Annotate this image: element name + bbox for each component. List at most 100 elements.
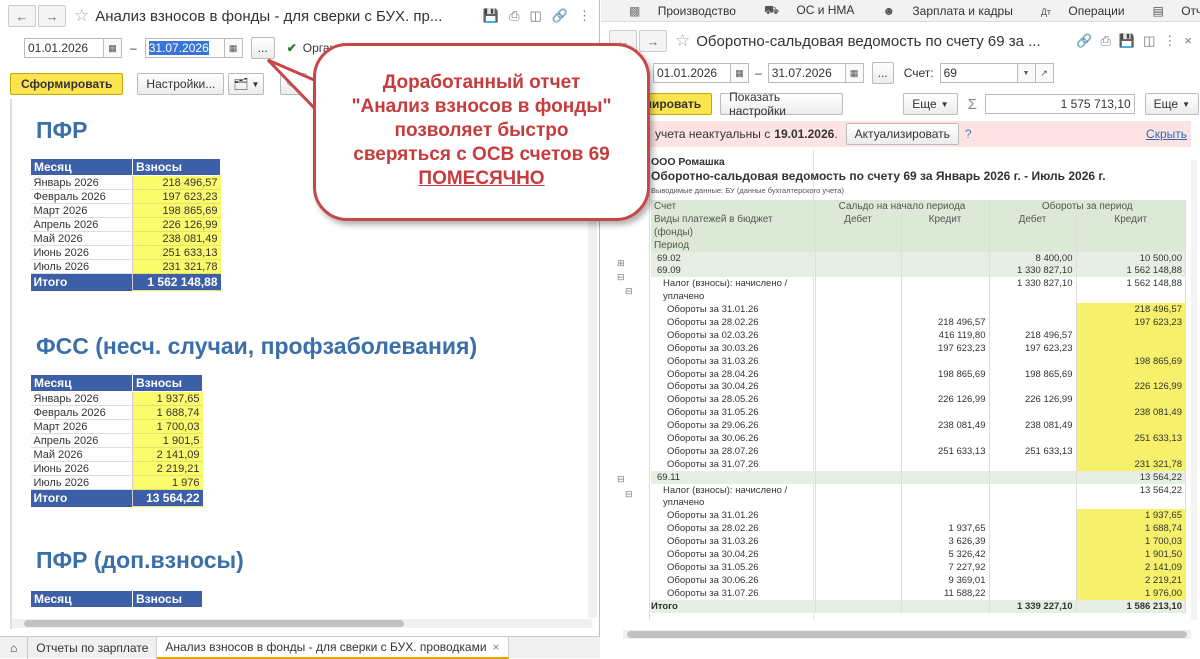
menu-icon[interactable]: ⋮ [578, 8, 591, 24]
osv-row: Обороты за 30.03.26 197 623,23 197 623,23 [651, 341, 1186, 355]
turnover-debit [989, 535, 1077, 549]
preview-icon[interactable]: ◫ [530, 8, 542, 24]
h-scrollbar[interactable] [12, 619, 592, 628]
pfr-dop-table: Месяц Взносы [30, 590, 203, 608]
preview-icon[interactable]: ◫ [1143, 33, 1155, 49]
calendar-icon[interactable]: ▦ [845, 63, 864, 83]
forward-button[interactable]: → [639, 30, 667, 52]
month-cell: Февраль 2026 [30, 405, 133, 420]
close-icon[interactable]: × [493, 640, 500, 654]
table-row: Январь 2026 218 496,57 [30, 175, 221, 190]
hdr-credit: Кредит [1076, 212, 1186, 226]
osv-row: Обороты за 29.06.26 238 081,49 238 081,49 [651, 419, 1186, 433]
print-icon[interactable]: ⎙ [1101, 33, 1111, 49]
account-input[interactable]: 69 [939, 63, 1018, 83]
saldo-debit [815, 341, 902, 355]
variant-button[interactable]: 🗂 ▼ [228, 73, 265, 95]
menu-item-operations[interactable]: Дт Операции [1027, 4, 1125, 18]
generate-button[interactable]: Сформировать [10, 73, 124, 95]
collapse-icon[interactable]: ⊟ [625, 489, 633, 500]
table-row: Февраль 2026 197 623,23 [30, 189, 221, 204]
turnover-credit: 13 564,22 [1076, 470, 1186, 484]
calendar-icon[interactable]: ▦ [731, 63, 749, 83]
calendar-icon[interactable]: ▦ [104, 38, 122, 58]
month-cell: Март 2026 [30, 203, 133, 218]
collapse-icon[interactable]: ⊟ [625, 286, 633, 297]
save-icon[interactable]: 💾 [1119, 33, 1135, 49]
show-settings-button[interactable]: Показать настройки [720, 90, 844, 118]
saldo-credit: 11 588,22 [901, 586, 990, 600]
saldo-debit [815, 290, 902, 304]
calendar-icon[interactable]: ▦ [224, 38, 243, 58]
row-name: Обороты за 31.03.26 [651, 535, 816, 549]
home-icon[interactable]: ⌂ [0, 636, 29, 659]
menu-label: Отчеты [1181, 3, 1200, 18]
date-to-input[interactable]: 31.07.2026 [767, 63, 846, 83]
hide-link[interactable]: Скрыть [1146, 127, 1187, 141]
settings-button[interactable]: Настройки... [137, 73, 225, 95]
osv-row: Обороты за 28.02.26 218 496,57 197 623,23 [651, 316, 1186, 329]
actualize-button[interactable]: Актуализировать [845, 123, 959, 145]
date-from-input[interactable]: 01.01.2026 [653, 63, 731, 83]
account-label: Счет: [903, 66, 934, 80]
turnover-debit: 226 126,99 [989, 393, 1077, 407]
osv-row: Обороты за 31.01.26 1 937,65 [651, 509, 1186, 523]
tab-analysis[interactable]: Анализ взносов в фонды - для сверки с БУ… [157, 636, 509, 659]
scroll-thumb[interactable] [627, 631, 1187, 638]
saldo-credit [901, 303, 990, 317]
expand-icon[interactable]: ⊞ [617, 258, 625, 269]
date-from-input[interactable]: 01.01.2026 [24, 38, 104, 58]
pfr-title: ПФР [36, 117, 88, 143]
save-icon[interactable]: 💾 [483, 8, 499, 24]
chevron-down-icon[interactable]: ▼ [1017, 63, 1036, 83]
close-icon[interactable]: × [1184, 33, 1192, 49]
osv-report: ООО Ромашка Оборотно-сальдовая ведомость… [651, 156, 1186, 613]
menu-icon[interactable]: ⋮ [1163, 33, 1176, 49]
h-scrollbar[interactable] [623, 630, 1191, 639]
turnover-debit: 238 081,49 [989, 419, 1077, 433]
generate-button[interactable]: Сформировать [649, 93, 713, 115]
menu-item-reports[interactable]: ▤ Отчеты [1139, 4, 1200, 18]
favorite-star-icon[interactable]: ☆ [675, 31, 690, 51]
value-cell: 1 700,03 [132, 419, 203, 434]
left-titlebar: ← → ☆ Анализ взносов в фонды - для сверк… [0, 0, 599, 32]
help-icon[interactable]: ? [965, 127, 972, 141]
window-title: Анализ взносов в фонды - для сверки с БУ… [95, 7, 443, 25]
sum-field[interactable]: 1 575 713,10 [984, 94, 1135, 114]
more-button[interactable]: Еще ▼ [903, 93, 958, 115]
period-select-button[interactable]: ... [871, 62, 894, 84]
hdr-saldo: Сальдо на начало периода [815, 200, 990, 213]
link-icon[interactable]: 🔗 [552, 8, 568, 24]
callout-bubble: Доработанный отчет "Анализ взносов в фон… [313, 43, 650, 221]
value-cell: 218 496,57 [132, 175, 221, 190]
forward-button[interactable]: → [38, 5, 66, 27]
favorite-star-icon[interactable]: ☆ [74, 6, 89, 26]
month-cell: Июль 2026 [30, 475, 133, 490]
v-scrollbar[interactable] [1191, 160, 1197, 620]
fss-title: ФСС (несч. случаи, профзаболевания) [36, 333, 478, 359]
scroll-thumb[interactable] [24, 620, 404, 627]
total-value: 13 564,22 [132, 489, 203, 507]
collapse-icon[interactable]: ⊟ [617, 474, 625, 485]
collapse-icon[interactable]: ⊟ [617, 272, 625, 283]
menu-item-os[interactable]: ⛟ ОС и НМА [750, 3, 855, 19]
month-cell: Январь 2026 [30, 391, 133, 406]
checkbox-icon[interactable]: ✔ [287, 41, 297, 55]
turnover-credit: 2 219,21 [1076, 573, 1186, 587]
open-icon[interactable]: ↗ [1035, 63, 1054, 83]
more-button-2[interactable]: Еще ▼ [1144, 93, 1199, 115]
menu-item-salary[interactable]: ☻ Зарплата и кадры [868, 4, 1012, 18]
turnover-credit: 1 976,00 [1076, 586, 1186, 600]
link-icon[interactable]: 🔗 [1076, 33, 1092, 49]
print-icon[interactable]: ⎙ [509, 8, 519, 24]
row-name: Обороты за 28.07.26 [651, 444, 816, 458]
saldo-debit [815, 496, 902, 510]
menu-item-production[interactable]: ▩ Производство [615, 4, 736, 18]
turnover-debit [989, 380, 1077, 394]
account-row: 69.09 1 330 827,10 1 562 148,88 [651, 264, 1186, 278]
back-button[interactable]: ← [8, 5, 36, 27]
table-row: Апрель 2026 226 126,99 [30, 217, 221, 232]
date-to-input[interactable]: 31.07.2026 [144, 38, 225, 58]
tab-payroll-reports[interactable]: Отчеты по зарплате [28, 636, 158, 659]
turnover-debit: 251 633,13 [989, 444, 1077, 458]
